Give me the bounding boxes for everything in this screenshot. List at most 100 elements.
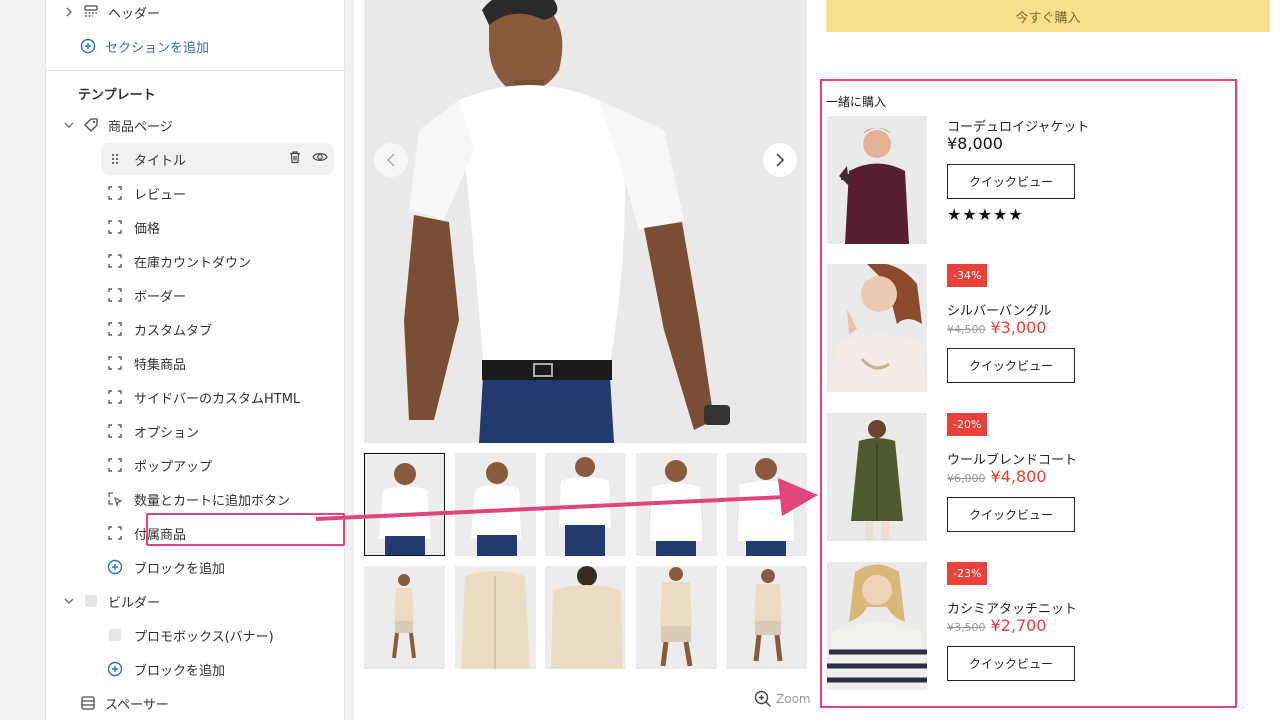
sidebar-item-label: ヘッダー <box>108 6 161 22</box>
block-frame-icon <box>106 524 124 542</box>
product-thumbnail[interactable] <box>545 453 626 556</box>
zoom-icon <box>754 690 771 707</box>
sidebar-item-header[interactable]: ヘッダー <box>46 0 346 26</box>
block-label: 数量とカートに追加ボタン <box>134 493 291 509</box>
product-thumbnail[interactable] <box>455 453 536 556</box>
discount-badge: -23% <box>947 562 988 585</box>
product-image-corduroy-jacket[interactable] <box>827 116 927 244</box>
sidebar-item-product-page[interactable]: 商品ページ <box>46 111 346 139</box>
product-thumbnail[interactable] <box>636 453 717 556</box>
block-popup[interactable]: ポップアップ <box>101 449 334 481</box>
add-block-label: ブロックを追加 <box>134 663 226 679</box>
add-section-button[interactable]: セクションを追加 <box>46 32 346 60</box>
block-label: カスタムタブ <box>134 323 213 339</box>
sidebar-item-label: スペーサー <box>105 697 169 713</box>
spacer-icon <box>79 694 97 712</box>
sale-price: ¥4,800 <box>990 467 1047 486</box>
divider <box>46 70 346 71</box>
product-name[interactable]: カシミアタッチニット <box>947 598 1077 617</box>
product-thumbnail[interactable] <box>726 453 807 556</box>
model-illustration <box>364 0 807 443</box>
block-sidebar-custom-html[interactable]: サイドバーのカスタムHTML <box>101 381 334 413</box>
block-border[interactable]: ボーダー <box>101 279 334 311</box>
next-image-button[interactable] <box>763 143 797 177</box>
highlight-box-complementary <box>146 513 345 546</box>
product-image-cashmere-knit[interactable] <box>827 562 927 690</box>
quick-view-button[interactable]: クイックビュー <box>947 497 1075 532</box>
product-price: ¥8,000 <box>947 134 1003 153</box>
block-frame-icon <box>106 354 124 372</box>
product-name[interactable]: ウールブレンドコート <box>947 449 1077 468</box>
block-title[interactable]: タイトル <box>101 143 334 175</box>
product-price: ¥3,500 ¥2,700 <box>947 616 1046 635</box>
block-price[interactable]: 価格 <box>101 211 334 243</box>
zoom-button[interactable]: Zoom <box>754 690 811 708</box>
product-thumbnail[interactable] <box>636 566 717 669</box>
product-name[interactable]: コーデュロイジャケット <box>947 116 1089 135</box>
trash-icon[interactable] <box>288 150 302 168</box>
block-frame-icon <box>106 388 124 406</box>
product-thumbnail[interactable] <box>545 566 626 669</box>
cursor-select-icon <box>106 490 124 508</box>
drag-handle-icon[interactable] <box>106 150 124 168</box>
product-thumbnail[interactable] <box>455 566 536 669</box>
block-quantity-add-to-cart[interactable]: 数量とカートに追加ボタン <box>101 483 334 515</box>
add-block-button-2[interactable]: ブロックを追加 <box>101 653 334 685</box>
product-name[interactable]: シルバーバングル <box>947 300 1052 319</box>
product-main-image[interactable] <box>364 0 807 443</box>
original-price: ¥3,500 <box>947 621 986 634</box>
block-custom-tab[interactable]: カスタムタブ <box>101 313 334 345</box>
product-thumbnail[interactable] <box>364 453 445 556</box>
quick-view-button[interactable]: クイックビュー <box>947 646 1075 681</box>
previous-image-button[interactable] <box>374 143 408 177</box>
add-section-label: セクションを追加 <box>105 40 210 56</box>
product-price: ¥6,000 ¥4,800 <box>947 467 1046 486</box>
block-label: ボーダー <box>134 289 187 305</box>
block-review[interactable]: レビュー <box>101 177 334 209</box>
product-thumbnail[interactable] <box>726 566 807 669</box>
original-price: ¥6,000 <box>947 472 986 485</box>
block-frame-icon <box>106 218 124 236</box>
original-price: ¥4,500 <box>947 323 986 336</box>
block-label: タイトル <box>134 153 187 169</box>
zoom-label: Zoom <box>776 692 811 706</box>
theme-editor-sidebar: ヘッダー セクションを追加 テンプレート 商品ページ タイトル レビュー 価格 … <box>45 0 346 720</box>
star-rating: ★★★★★ <box>947 205 1024 224</box>
block-options[interactable]: オプション <box>101 415 334 447</box>
discount-badge: -34% <box>947 264 988 287</box>
block-frame-icon <box>106 422 124 440</box>
product-image-silver-bangle[interactable] <box>827 264 927 392</box>
block-stock-countdown[interactable]: 在庫カウントダウン <box>101 245 334 277</box>
chevron-down-icon[interactable] <box>62 118 76 132</box>
template-section-title: テンプレート <box>78 88 156 103</box>
block-frame-icon <box>106 456 124 474</box>
block-label: ポップアップ <box>134 459 213 475</box>
plus-circle-icon <box>106 660 124 678</box>
sale-price: ¥2,700 <box>990 616 1047 635</box>
product-thumbnail[interactable] <box>364 566 445 669</box>
product-image-wool-coat[interactable] <box>827 413 927 541</box>
block-label: 特集商品 <box>134 357 187 373</box>
product-price: ¥4,500 ¥3,000 <box>947 318 1046 337</box>
add-block-button[interactable]: ブロックを追加 <box>101 551 334 583</box>
block-label: レビュー <box>134 187 187 203</box>
chevron-right-icon[interactable] <box>62 5 76 19</box>
quick-view-button[interactable]: クイックビュー <box>947 348 1075 383</box>
sidebar-item-label: 商品ページ <box>108 119 173 135</box>
block-label: プロモボックス(バナー) <box>134 629 274 645</box>
quick-view-button[interactable]: クイックビュー <box>947 164 1075 199</box>
sidebar-item-spacer[interactable]: スペーサー <box>46 689 346 717</box>
sidebar-item-builder[interactable]: ビルダー <box>46 587 346 615</box>
block-promo-box[interactable]: プロモボックス(バナー) <box>101 619 334 651</box>
bought-together-title: 一緒に購入 <box>826 95 887 109</box>
block-label: オプション <box>134 425 200 441</box>
storefront-preview: Zoom 今すぐ購入 一緒に購入 コーデュロイジャケット ¥8,000 クイック… <box>354 0 1280 720</box>
block-featured-product[interactable]: 特集商品 <box>101 347 334 379</box>
block-label: 在庫カウントダウン <box>134 255 252 271</box>
block-label: 価格 <box>134 221 161 237</box>
price-value: ¥8,000 <box>947 134 1003 153</box>
eye-icon[interactable] <box>312 150 328 168</box>
block-label: サイドバーのカスタムHTML <box>134 391 301 407</box>
chevron-down-icon[interactable] <box>62 594 76 608</box>
buy-now-button[interactable]: 今すぐ購入 <box>826 0 1270 32</box>
